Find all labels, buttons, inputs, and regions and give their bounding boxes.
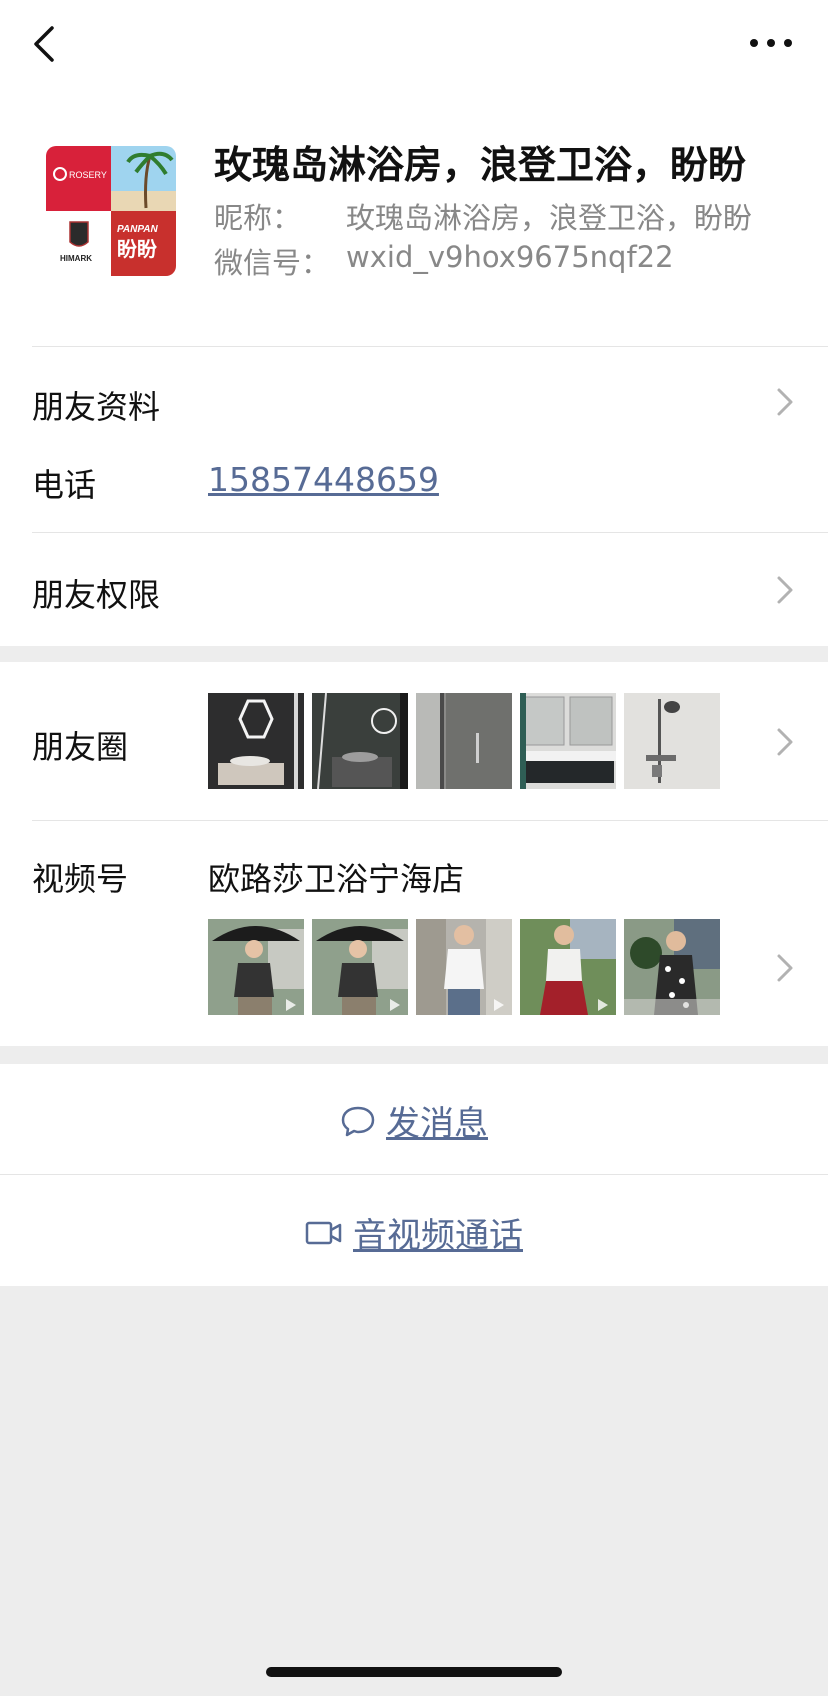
moments-thumbnail [624, 693, 720, 789]
channel-video-thumbnail [416, 919, 512, 1015]
channel-video-thumbnail [312, 919, 408, 1015]
video-woman-umbrella-1 [208, 919, 304, 1015]
back-button[interactable] [28, 22, 64, 66]
video-woman-red-skirt [520, 919, 616, 1015]
chevron-right-icon [777, 728, 793, 756]
panpan-logo-text: PANPAN [117, 224, 159, 235]
channel-video-thumbnail [208, 919, 304, 1015]
vanity-cabinet [520, 693, 616, 789]
video-camera-icon [305, 1221, 342, 1244]
friend-permissions-label: 朋友权限 [32, 576, 161, 614]
moments-thumbnail [312, 693, 408, 789]
more-button[interactable] [746, 28, 796, 58]
chevron-right-icon [777, 576, 793, 604]
nickname-label: 昵称： [214, 201, 302, 235]
himark-logo-text: HIMARK [60, 254, 92, 263]
home-indicator[interactable] [266, 1667, 562, 1677]
shower-glass-door [416, 693, 512, 789]
chat-bubble-icon [341, 1106, 375, 1136]
brand-logo-collage: ROSERY HIMARK PANPAN 盼盼 [46, 146, 176, 276]
display-name: 玫瑰岛淋浴房，浪登卫浴，盼盼 [214, 143, 747, 187]
bathroom-round-mirror [312, 693, 408, 789]
nickname-value: 玫瑰岛淋浴房，浪登卫浴，盼盼 [346, 201, 753, 235]
moments-label: 朋友圈 [32, 728, 129, 766]
channel-video-thumbnail [520, 919, 616, 1015]
chevron-right-icon [777, 954, 793, 982]
chevron-left-icon [34, 26, 54, 62]
send-message-button[interactable]: 发消息 [0, 1096, 828, 1145]
wechat-id-value: wxid_v9hox9675nqf22 [346, 240, 674, 274]
shower-fixture [624, 693, 720, 789]
moments-thumbnail [520, 693, 616, 789]
bathroom-hexagon-mirror [208, 693, 304, 789]
wechat-id-label: 微信号： [214, 246, 331, 280]
phone-number-link[interactable]: 15857448659 [208, 460, 439, 499]
divider [32, 346, 828, 347]
panpan-logo-cn: 盼盼 [117, 237, 157, 261]
channels-label: 视频号 [32, 860, 129, 898]
divider [32, 532, 828, 533]
divider [0, 1174, 828, 1175]
send-message-label: 发消息 [386, 1104, 488, 1144]
video-call-button[interactable]: 音视频通话 [0, 1208, 828, 1257]
more-horizontal-icon [750, 39, 792, 47]
video-woman-floral-dress [624, 919, 720, 1015]
channel-name: 欧路莎卫浴宁海店 [208, 860, 465, 898]
rosery-logo-text: ROSERY [69, 170, 107, 180]
video-woman-umbrella-2 [312, 919, 408, 1015]
moments-thumbnail [416, 693, 512, 789]
avatar[interactable]: ROSERY HIMARK PANPAN 盼盼 [46, 146, 176, 276]
chevron-right-icon [777, 388, 793, 416]
video-woman-white-shirt [416, 919, 512, 1015]
friend-profile-label: 朋友资料 [32, 388, 161, 426]
moments-thumbnail [208, 693, 304, 789]
divider [32, 820, 828, 821]
video-call-label: 音视频通话 [353, 1216, 523, 1256]
phone-label: 电话 [32, 466, 97, 504]
channel-video-thumbnail [624, 919, 720, 1015]
